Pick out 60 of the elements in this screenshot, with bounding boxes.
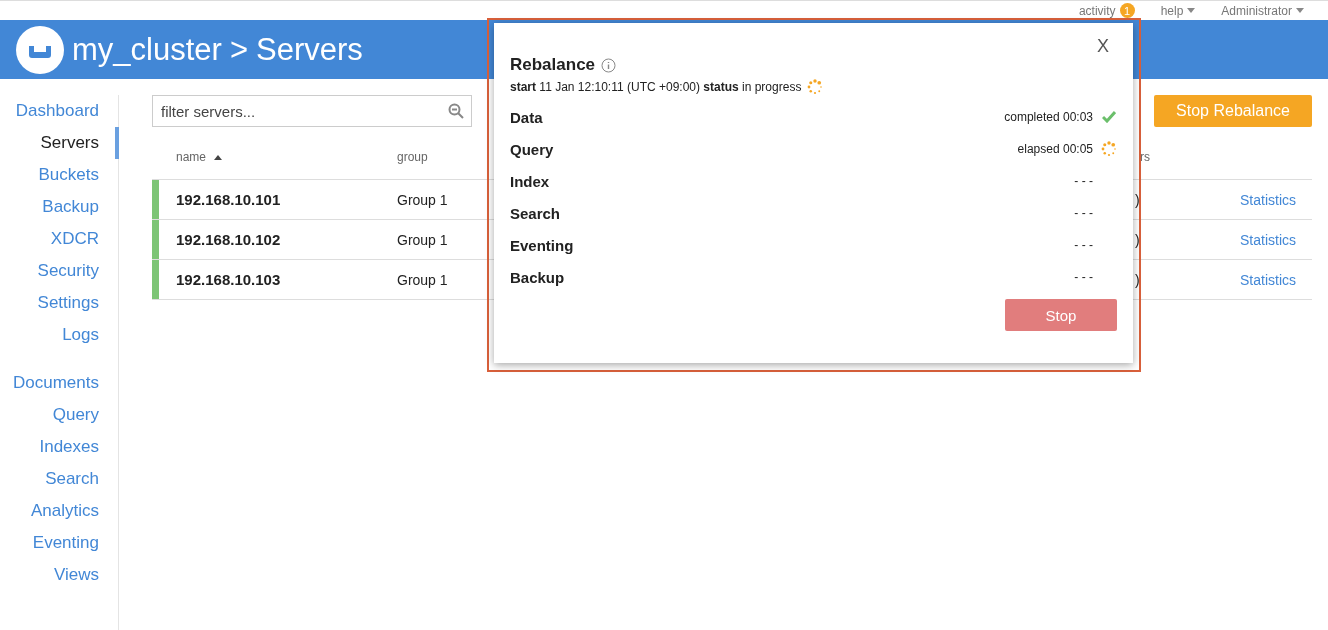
- breadcrumb-separator: >: [229, 31, 248, 68]
- column-header[interactable]: rs: [1140, 150, 1150, 164]
- logo-icon: [16, 25, 64, 74]
- statistics-link[interactable]: Statistics: [1240, 231, 1312, 248]
- help-menu[interactable]: help: [1160, 3, 1184, 18]
- filter-field[interactable]: filter servers...: [152, 95, 472, 127]
- column-header[interactable]: name: [176, 150, 207, 164]
- rebalance-summary: start 11 Jan 12:10:11 (UTC +09:00) status in progress: [510, 80, 802, 94]
- server-name: 192.168.10.103: [176, 271, 281, 288]
- sidebar-item[interactable]: Security: [0, 255, 119, 287]
- sidebar-item[interactable]: Settings: [0, 287, 119, 319]
- table-cell: ): [1135, 191, 1140, 208]
- info-icon[interactable]: [601, 57, 617, 73]
- close-button[interactable]: X: [1091, 35, 1115, 58]
- sidebar-item[interactable]: Backup: [0, 191, 119, 223]
- statistics-link[interactable]: Statistics: [1240, 191, 1312, 208]
- service-status: - - -: [1074, 206, 1093, 220]
- sidebar-item[interactable]: Search: [0, 463, 119, 495]
- sidebar-item[interactable]: Indexes: [0, 431, 119, 463]
- column-header[interactable]: group: [397, 150, 428, 164]
- sidebar-item[interactable]: Servers: [0, 127, 119, 159]
- table-cell: ): [1135, 271, 1140, 288]
- search-icon: [448, 103, 464, 119]
- sidebar-item[interactable]: Query: [0, 399, 119, 431]
- page-title: Servers: [256, 31, 363, 68]
- service-name: Search: [510, 204, 561, 222]
- sidebar-item[interactable]: Views: [0, 559, 119, 591]
- cluster-name[interactable]: my_cluster: [72, 31, 222, 68]
- sidebar-item[interactable]: Buckets: [0, 159, 119, 191]
- stop-button[interactable]: Stop: [1005, 299, 1117, 331]
- sidebar-item[interactable]: Documents: [0, 367, 119, 399]
- service-status: - - -: [1074, 238, 1093, 252]
- group-cell: Group 1: [397, 231, 448, 248]
- service-name: Backup: [510, 268, 565, 286]
- stop-rebalance-button[interactable]: Stop Rebalance: [1154, 95, 1312, 127]
- table-cell: ): [1135, 231, 1140, 248]
- dialog-title: Rebalance: [510, 55, 596, 75]
- group-cell: Group 1: [397, 191, 448, 208]
- service-name: Query: [510, 140, 554, 158]
- caret-icon: [1296, 8, 1304, 13]
- user-menu[interactable]: Administrator: [1221, 3, 1292, 18]
- sidebar-item[interactable]: Analytics: [0, 495, 119, 527]
- service-status: elapsed 00:05: [1017, 142, 1093, 156]
- activity-badge: 1: [1119, 3, 1135, 18]
- sidebar-item[interactable]: Dashboard: [0, 95, 119, 127]
- server-name: 192.168.10.102: [176, 231, 281, 248]
- sidebar-item[interactable]: Logs: [0, 319, 119, 351]
- service-status: completed 00:03: [1004, 110, 1093, 124]
- server-name: 192.168.10.101: [176, 191, 281, 208]
- service-status: - - -: [1074, 174, 1093, 188]
- activity-link[interactable]: activity: [1078, 3, 1116, 18]
- group-cell: Group 1: [397, 271, 448, 288]
- service-name: Data: [510, 108, 543, 126]
- caret-icon: [1187, 8, 1196, 13]
- service-name: Index: [510, 172, 550, 190]
- sidebar-item[interactable]: Eventing: [0, 527, 119, 559]
- service-status: - - -: [1074, 270, 1093, 284]
- service-name: Eventing: [510, 236, 574, 254]
- sidebar-item[interactable]: XDCR: [0, 223, 119, 255]
- statistics-link[interactable]: Statistics: [1240, 271, 1312, 288]
